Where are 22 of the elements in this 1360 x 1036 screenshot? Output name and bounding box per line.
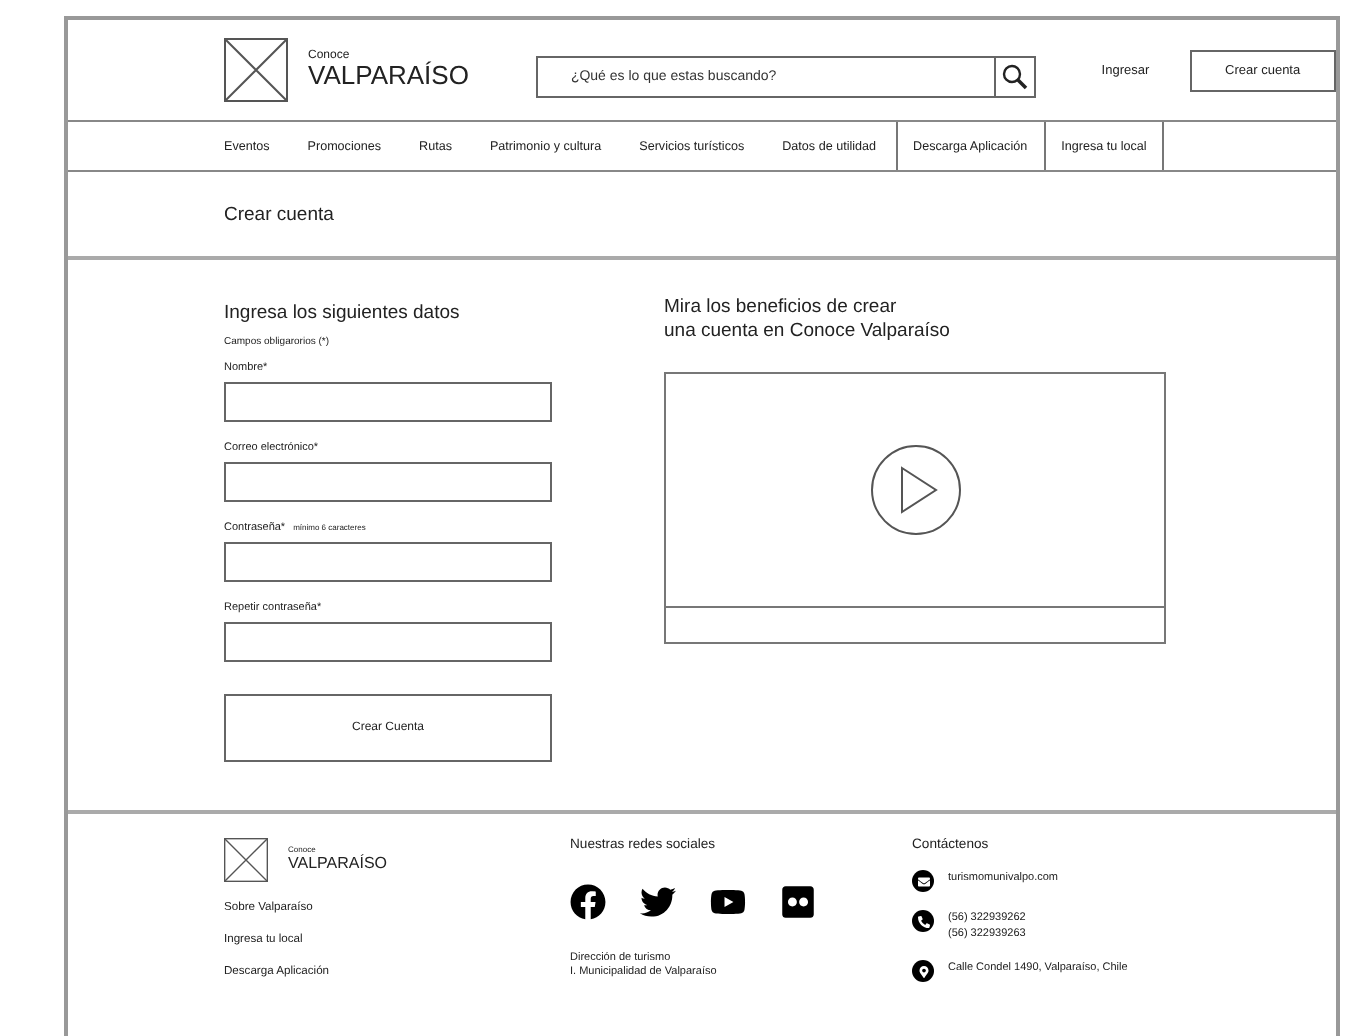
logo-placeholder-icon bbox=[224, 838, 268, 882]
input-field[interactable] bbox=[224, 461, 552, 502]
page-title: Crear cuenta bbox=[224, 203, 334, 225]
facebook-icon[interactable] bbox=[570, 884, 606, 920]
flickr-icon[interactable] bbox=[780, 884, 816, 920]
play-icon[interactable] bbox=[869, 443, 961, 536]
video-heading: Mira los beneficios de crear una cuenta en Conoce Valparaíso bbox=[664, 296, 952, 344]
youtube-icon[interactable] bbox=[710, 884, 746, 920]
twitter-icon[interactable] bbox=[640, 884, 676, 920]
search-icon bbox=[1001, 63, 1028, 89]
logo-name: VALPARAÍSO bbox=[308, 62, 469, 91]
form-heading: Ingresa los siguientes datos bbox=[224, 302, 462, 326]
search-button[interactable] bbox=[993, 57, 1034, 95]
map-pin-icon bbox=[912, 960, 934, 983]
input-field[interactable] bbox=[224, 621, 552, 662]
input-field[interactable] bbox=[224, 541, 552, 582]
logo-placeholder-icon bbox=[224, 38, 288, 102]
input-field[interactable] bbox=[224, 381, 552, 422]
envelope-icon bbox=[912, 870, 934, 892]
logo-name: VALPARAÍSO bbox=[288, 855, 387, 874]
video-player[interactable] bbox=[664, 371, 1166, 644]
phone-icon bbox=[912, 910, 934, 932]
